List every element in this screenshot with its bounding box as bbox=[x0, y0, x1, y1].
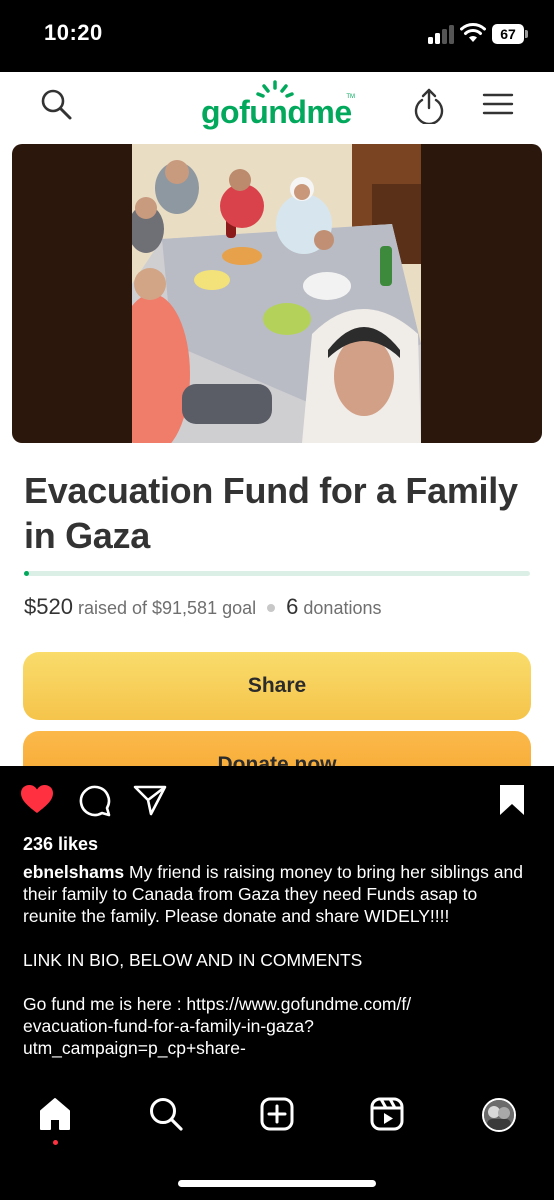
caption-paragraph: ebnelshams My friend is raising money to… bbox=[23, 861, 533, 927]
profile-avatar[interactable] bbox=[482, 1098, 516, 1132]
progress-bar-fill bbox=[24, 571, 29, 576]
status-time: 10:20 bbox=[44, 20, 103, 45]
reels-icon[interactable] bbox=[369, 1096, 405, 1132]
stats-separator bbox=[267, 603, 276, 612]
battery-icon: 67 bbox=[492, 24, 528, 44]
logo-trademark: TM bbox=[346, 94, 355, 100]
comment-icon[interactable] bbox=[78, 784, 112, 818]
donations-label: donations bbox=[303, 598, 382, 618]
donation-count: 6 bbox=[286, 594, 299, 619]
fundraiser-stats: $520 raised of $91,581 goal 6 donations bbox=[24, 594, 534, 620]
post-actions bbox=[0, 778, 554, 828]
profile-avatar-image bbox=[484, 1100, 514, 1130]
caption-username[interactable]: ebnelshams bbox=[23, 862, 124, 882]
battery-level: 67 bbox=[492, 24, 524, 44]
post-caption: ebnelshams My friend is raising money to… bbox=[23, 861, 533, 1059]
fundraiser-screenshot: gofundme TM Evacuation Fund for a Family… bbox=[0, 72, 554, 766]
tab-bar bbox=[0, 1092, 554, 1142]
wifi-icon bbox=[460, 23, 486, 42]
progress-bar bbox=[24, 571, 530, 576]
logo-text: gofundme bbox=[201, 94, 352, 130]
bookmark-icon[interactable] bbox=[498, 784, 526, 816]
home-icon[interactable] bbox=[37, 1096, 73, 1132]
signal-icon bbox=[428, 25, 454, 44]
web-header: gofundme TM bbox=[0, 72, 554, 140]
gofundme-logo[interactable]: gofundme TM bbox=[201, 80, 355, 136]
caption-url-line[interactable]: evacuation-fund-for-a-family-in-gaza? bbox=[23, 1015, 533, 1037]
heart-icon[interactable] bbox=[20, 784, 54, 814]
status-bar: 10:20 67 bbox=[0, 0, 554, 68]
menu-icon[interactable] bbox=[482, 92, 514, 116]
search-icon[interactable] bbox=[148, 1096, 184, 1132]
home-indicator[interactable] bbox=[178, 1180, 376, 1187]
notification-dot bbox=[53, 1140, 58, 1145]
likes-count[interactable]: 236 likes bbox=[23, 834, 98, 855]
share-button[interactable]: Share bbox=[23, 652, 531, 720]
fundraiser-photo bbox=[12, 144, 542, 443]
search-icon[interactable] bbox=[40, 88, 74, 122]
fundraiser-title: Evacuation Fund for a Family in Gaza bbox=[24, 470, 518, 556]
caption-url-line[interactable]: utm_campaign=p_cp+share- bbox=[23, 1037, 533, 1059]
caption-url-line[interactable]: Go fund me is here : https://www.gofundm… bbox=[23, 993, 533, 1015]
caption-link-line: LINK IN BIO, BELOW AND IN COMMENTS bbox=[23, 950, 363, 970]
family-photo-image bbox=[132, 144, 421, 443]
raised-text: raised of $91,581 goal bbox=[77, 598, 257, 618]
upload-icon[interactable] bbox=[412, 86, 446, 124]
send-icon[interactable] bbox=[133, 784, 167, 816]
create-icon[interactable] bbox=[259, 1096, 295, 1132]
raised-amount: $520 bbox=[24, 594, 73, 619]
donate-now-button[interactable]: Donate now bbox=[23, 731, 531, 766]
